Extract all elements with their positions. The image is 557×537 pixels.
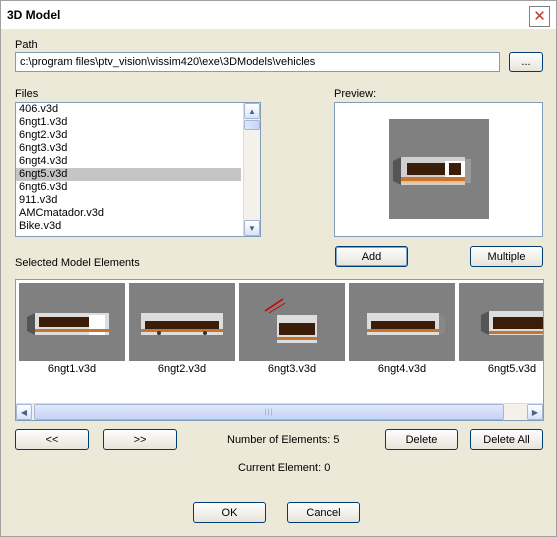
scroll-thumb[interactable] xyxy=(244,120,260,130)
files-listbox[interactable]: 406.v3d 6ngt1.v3d 6ngt2.v3d 6ngt3.v3d 6ngt4.… xyxy=(15,102,261,237)
path-label: Path xyxy=(15,39,38,51)
number-of-elements: Number of Elements: 5 xyxy=(227,434,340,446)
scroll-down-icon[interactable]: ▼ xyxy=(244,220,260,236)
title-bar: 3D Model ✕ xyxy=(1,1,556,29)
element-thumb[interactable] xyxy=(239,283,345,361)
list-item[interactable]: 6ngt5.v3d xyxy=(16,168,241,181)
close-icon: ✕ xyxy=(533,8,546,25)
element-thumb[interactable] xyxy=(349,283,455,361)
list-item[interactable]: AMCmatador.v3d xyxy=(16,207,260,220)
element-thumb[interactable] xyxy=(19,283,125,361)
list-item[interactable]: 911.v3d xyxy=(16,194,260,207)
list-item[interactable]: 6ngt6.v3d xyxy=(16,181,260,194)
current-element: Current Element: 0 xyxy=(238,462,331,474)
dialog-window: 3D Model ✕ Path c:\program files\ptv_vis… xyxy=(0,0,557,537)
selected-elements-label: Selected Model Elements xyxy=(15,257,140,269)
multiple-button[interactable]: Multiple xyxy=(470,246,543,267)
tram-model-preview xyxy=(393,157,471,185)
close-button[interactable]: ✕ xyxy=(529,6,550,27)
add-button[interactable]: Add xyxy=(335,246,408,267)
scroll-thumb[interactable]: ||| xyxy=(34,404,504,420)
scroll-left-icon[interactable]: ◀ xyxy=(16,404,32,420)
previous-button[interactable]: << xyxy=(15,429,89,450)
elements-scrollbar[interactable]: ◀ ||| ▶ xyxy=(16,403,543,420)
browse-button[interactable]: ... xyxy=(509,52,543,72)
element-label: 6ngt2.v3d xyxy=(157,363,207,375)
scroll-right-icon[interactable]: ▶ xyxy=(527,404,543,420)
element-thumb[interactable] xyxy=(129,283,235,361)
list-item[interactable]: 406.v3d xyxy=(16,103,260,116)
element-label: 6ngt3.v3d xyxy=(267,363,317,375)
cancel-button[interactable]: Cancel xyxy=(287,502,360,523)
preview-panel xyxy=(334,102,543,237)
next-button[interactable]: >> xyxy=(103,429,177,450)
selected-elements-strip[interactable]: 6ngt1.v3d 6ngt2.v3d 6ngt3.v3d 6ngt4.v3d … xyxy=(15,279,544,421)
path-field[interactable]: c:\program files\ptv_vision\vissim420\ex… xyxy=(15,52,500,72)
list-item[interactable]: 6ngt1.v3d xyxy=(16,116,260,129)
scroll-up-icon[interactable]: ▲ xyxy=(244,103,260,119)
files-label: Files xyxy=(15,88,39,100)
preview-label: Preview: xyxy=(334,88,377,100)
element-label: 6ngt4.v3d xyxy=(377,363,427,375)
list-item[interactable]: 6ngt4.v3d xyxy=(16,155,260,168)
list-item[interactable]: 6ngt2.v3d xyxy=(16,129,260,142)
list-item[interactable]: Bike.v3d xyxy=(16,220,260,233)
preview-image xyxy=(389,119,489,219)
element-label: 6ngt1.v3d xyxy=(47,363,97,375)
element-label: 6ngt5.v3d xyxy=(487,363,537,375)
files-list: 406.v3d 6ngt1.v3d 6ngt2.v3d 6ngt3.v3d 6ngt4.… xyxy=(16,103,260,233)
delete-button[interactable]: Delete xyxy=(385,429,458,450)
list-item[interactable]: 6ngt3.v3d xyxy=(16,142,260,155)
delete-all-button[interactable]: Delete All xyxy=(470,429,543,450)
files-scrollbar[interactable]: ▲ ▼ xyxy=(243,103,260,236)
ok-button[interactable]: OK xyxy=(193,502,266,523)
window-title: 3D Model xyxy=(7,8,61,22)
element-thumb[interactable] xyxy=(459,283,543,361)
